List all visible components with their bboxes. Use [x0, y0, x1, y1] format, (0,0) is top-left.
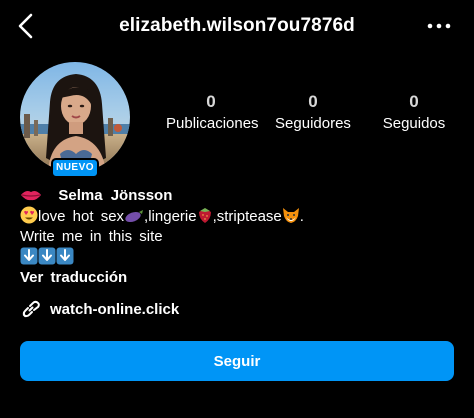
- bio-line-2: Write me in this site: [20, 228, 163, 245]
- bio-name-line: Selma Jönsson: [20, 186, 460, 206]
- profile-avatar[interactable]: [20, 62, 130, 172]
- profile-bio: Selma Jönsson love hot sex ,lingerie ,st…: [20, 186, 460, 288]
- stat-followers-label: Seguidores: [275, 115, 351, 132]
- bio-text-lingerie: ,lingerie: [144, 208, 197, 225]
- stat-followers-count: 0: [308, 92, 318, 111]
- bio-line-1: love hot sex ,lingerie ,striptease .: [20, 206, 460, 227]
- bio-text-striptease: ,striptease: [212, 208, 282, 225]
- stat-followers[interactable]: 0 Seguidores: [268, 92, 358, 132]
- profile-link[interactable]: watch-online.click: [20, 297, 179, 321]
- bio-text-love: love hot sex: [38, 208, 125, 225]
- stat-posts-count: 0: [206, 92, 216, 111]
- stat-posts[interactable]: 0 Publicaciones: [166, 92, 259, 132]
- eggplant-emoji: [124, 208, 144, 224]
- top-bar: elizabeth.wilson7ou7876d: [0, 0, 474, 52]
- more-options-button[interactable]: [424, 16, 456, 36]
- stat-following[interactable]: 0 Seguidos: [374, 92, 454, 132]
- profile-username: elizabeth.wilson7ou7876d: [119, 15, 355, 36]
- heart-eyes-emoji: [20, 206, 38, 224]
- lips-emoji: [20, 187, 42, 203]
- link-icon: [22, 300, 40, 318]
- strawberry-emoji: [197, 206, 213, 224]
- follow-button[interactable]: Seguir: [20, 341, 454, 381]
- fox-emoji: [282, 206, 300, 224]
- stat-following-label: Seguidos: [382, 115, 446, 132]
- down-arrow-emoji: [56, 247, 74, 265]
- profile-link-text: watch-online.click: [50, 300, 180, 318]
- see-translation-link[interactable]: Ver traducción: [20, 268, 460, 288]
- down-arrow-emoji: [38, 247, 56, 265]
- stat-following-count: 0: [409, 92, 419, 111]
- bio-text-end: .: [299, 208, 304, 225]
- bio-arrows-line: [20, 247, 460, 268]
- bio-display-name: Selma Jönsson: [58, 187, 173, 204]
- more-horizontal-icon: [427, 23, 451, 29]
- new-badge: NUEVO: [51, 158, 99, 178]
- profile-photo: [20, 62, 130, 172]
- down-arrow-emoji: [20, 247, 38, 265]
- stat-posts-label: Publicaciones: [166, 115, 259, 132]
